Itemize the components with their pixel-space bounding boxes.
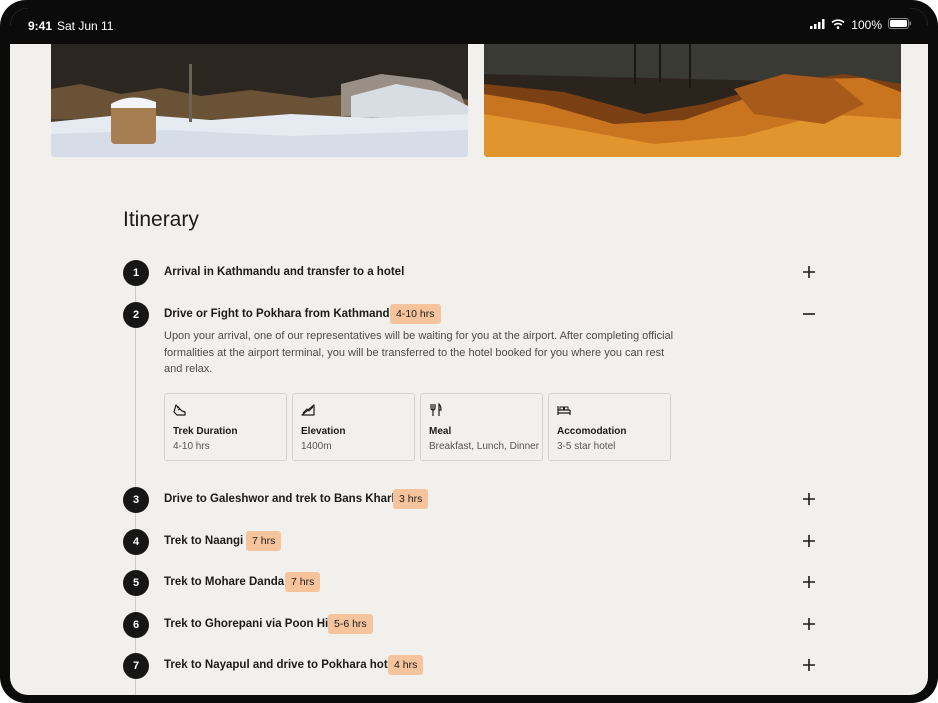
duration-badge: 7 hrs <box>246 531 282 551</box>
day-number-badge: 3 <box>123 487 149 513</box>
card-value: Breakfast, Lunch, Dinner <box>429 441 540 452</box>
expand-plus-icon[interactable] <box>799 572 819 592</box>
battery-percent: 100% <box>851 18 882 32</box>
card-value: 1400m <box>301 441 332 452</box>
day-number-badge: 4 <box>123 529 149 555</box>
day-number-badge: 1 <box>123 260 149 286</box>
screen: 9:41 Sat Jun 11 100% Itinerary 1 Arrival… <box>10 8 928 695</box>
day-title[interactable]: Drive or Fight to Pokhara from Kathmandu… <box>164 308 400 320</box>
day-number-badge: 6 <box>123 612 149 638</box>
elevation-card: Elevation 1400m <box>292 393 415 461</box>
expand-plus-icon[interactable] <box>799 614 819 634</box>
meal-card: Meal Breakfast, Lunch, Dinner <box>420 393 543 461</box>
collapse-minus-icon[interactable] <box>799 304 819 324</box>
day-number-badge: 7 <box>123 653 149 679</box>
elevation-icon <box>301 403 315 417</box>
itinerary-title: Itinerary <box>123 208 199 231</box>
tablet-frame: 9:41 Sat Jun 11 100% Itinerary 1 Arrival… <box>0 0 938 703</box>
bed-icon <box>557 403 571 417</box>
day-description: Upon your arrival, one of our representa… <box>164 330 674 375</box>
day-title[interactable]: Arrival in Kathmandu and transfer to a h… <box>164 266 404 278</box>
status-bar: 9:41 Sat Jun 11 100% <box>10 8 928 44</box>
day-title[interactable]: Trek to Mohare Danda <box>164 576 284 588</box>
card-label: Accomodation <box>557 426 627 437</box>
day-number-badge: 2 <box>123 302 149 328</box>
day-title[interactable]: Trek to Nayapul and drive to Pokhara hot… <box>164 659 397 671</box>
duration-badge: 4-10 hrs <box>390 304 441 324</box>
expand-plus-icon[interactable] <box>799 531 819 551</box>
duration-badge: 7 hrs <box>285 572 321 592</box>
day-title[interactable]: Trek to Ghorepani via Poon Hill <box>164 618 335 630</box>
card-label: Elevation <box>301 426 346 437</box>
day-title[interactable]: Drive to Galeshwor and trek to Bans Khar… <box>164 493 404 505</box>
trek-duration-card: Trek Duration 4-10 hrs <box>164 393 287 461</box>
card-value: 4-10 hrs <box>173 441 210 452</box>
wifi-icon <box>831 18 845 32</box>
expand-plus-icon[interactable] <box>799 262 819 282</box>
fork-knife-icon <box>429 402 443 417</box>
status-date: Sat Jun 11 <box>57 19 114 33</box>
duration-badge: 4 hrs <box>388 655 424 675</box>
hiking-boot-icon <box>173 403 187 417</box>
duration-badge: 3 hrs <box>393 489 429 509</box>
battery-icon <box>888 18 912 32</box>
card-value: 3-5 star hotel <box>557 441 616 452</box>
duration-badge: 5-6 hrs <box>328 614 373 634</box>
status-indicators: 100% <box>810 18 912 32</box>
expand-plus-icon[interactable] <box>799 489 819 509</box>
expand-plus-icon[interactable] <box>799 655 819 675</box>
card-label: Meal <box>429 426 452 437</box>
cellular-signal-icon <box>810 18 825 32</box>
day-number-badge: 5 <box>123 570 149 596</box>
day-title[interactable]: Trek to Naangi <box>164 535 243 547</box>
snowy-forest-photo <box>51 44 468 157</box>
card-label: Trek Duration <box>173 426 238 437</box>
accommodation-card: Accomodation 3-5 star hotel <box>548 393 671 461</box>
golden-hillside-photo <box>484 44 901 157</box>
status-time: 9:41 <box>28 19 53 33</box>
